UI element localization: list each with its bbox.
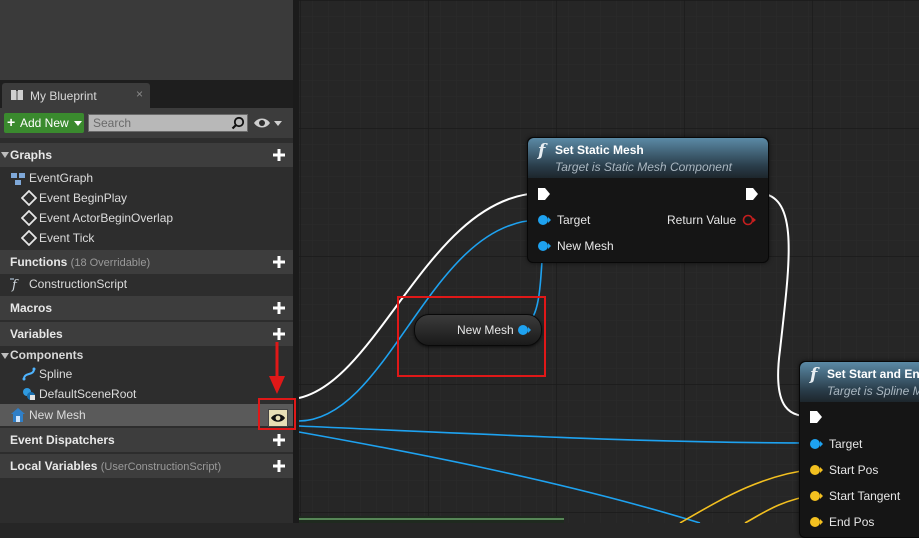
node-subtitle: Target is Spline M	[827, 384, 919, 398]
tab-my-blueprint[interactable]: My Blueprint ×	[2, 83, 150, 108]
functions-label: Functions	[10, 255, 68, 269]
section-title: Variables	[10, 327, 63, 341]
spline-icon	[22, 367, 36, 381]
section-title: Functions (18 Overridable)	[10, 255, 150, 269]
end-pos-pin-icon[interactable]	[809, 516, 823, 528]
exec-in-pin[interactable]	[809, 410, 823, 424]
highlight-box-visibility	[258, 398, 296, 430]
function-icon: f	[10, 278, 19, 292]
collapse-icon[interactable]	[1, 152, 9, 158]
target-pin-icon[interactable]	[537, 214, 551, 226]
pin-target: Target	[557, 213, 591, 227]
view-options-eye-icon[interactable]	[252, 115, 286, 131]
book-icon	[11, 90, 23, 100]
annotation-arrow	[269, 342, 285, 394]
target-pin-icon[interactable]	[809, 438, 823, 450]
variable-component-icon	[11, 408, 25, 422]
function-icon: f	[538, 141, 546, 161]
panel-header-area	[0, 0, 293, 80]
search-icon[interactable]	[231, 116, 245, 130]
add-local-variable-button[interactable]	[271, 458, 287, 474]
exec-in-pin[interactable]	[537, 187, 551, 201]
function-item-label: ConstructionScript	[29, 277, 128, 291]
graph-item-eventgraph[interactable]: EventGraph	[0, 168, 293, 188]
category-title: Components	[10, 348, 84, 362]
category-components[interactable]: Components	[0, 346, 293, 364]
scene-root-icon	[23, 388, 35, 400]
start-pos-pin-icon[interactable]	[809, 464, 823, 476]
graph-item-label: Event BeginPlay	[39, 191, 128, 205]
add-function-button[interactable]	[271, 254, 287, 270]
local-variables-label: Local Variables	[10, 459, 98, 473]
variable-item-new-mesh[interactable]: New Mesh	[0, 404, 293, 427]
highlight-box-getter	[397, 296, 546, 377]
pin-target: Target	[829, 437, 863, 451]
add-new-button[interactable]: + Add New	[4, 113, 84, 133]
variable-item-label: New Mesh	[29, 408, 86, 422]
graph-item-event-tick[interactable]: Event Tick	[0, 228, 293, 248]
section-macros[interactable]: Macros	[0, 296, 293, 320]
node-set-static-mesh[interactable]: f Set Static Mesh Target is Static Mesh …	[527, 137, 769, 263]
pin-end-pos: End Pos	[829, 515, 875, 529]
component-item-label: DefaultSceneRoot	[39, 387, 137, 401]
graph-item-label: EventGraph	[29, 171, 94, 185]
pin-return-value: Return Value	[667, 213, 737, 227]
node-set-start-and-end[interactable]: f Set Start and En Target is Spline M Ta…	[799, 361, 919, 538]
component-item-spline[interactable]: Spline	[0, 364, 293, 384]
node-title: Set Static Mesh	[555, 143, 644, 157]
my-blueprint-panel: My Blueprint × + Add New Graphs EventGra…	[0, 80, 293, 523]
section-graphs[interactable]: Graphs	[0, 143, 293, 167]
close-icon[interactable]: ×	[136, 87, 143, 101]
graph-item-begin-play[interactable]: Event BeginPlay	[0, 188, 293, 208]
section-variables[interactable]: Variables	[0, 322, 293, 346]
section-title: Local Variables (UserConstructionScript)	[10, 459, 221, 473]
tab-title: My Blueprint	[30, 89, 97, 103]
plus-icon: +	[7, 114, 16, 130]
pin-start-tangent: Start Tangent	[829, 489, 901, 503]
search-input[interactable]	[91, 115, 233, 131]
section-title: Event Dispatchers	[10, 433, 115, 447]
add-macro-button[interactable]	[271, 300, 287, 316]
toolbar: + Add New	[0, 108, 293, 138]
node-title: Set Start and En	[827, 367, 919, 381]
function-icon: f	[810, 365, 818, 385]
graph-icon	[11, 173, 25, 185]
event-icon	[21, 210, 37, 226]
section-title: Macros	[10, 301, 53, 315]
add-event-dispatcher-button[interactable]	[271, 432, 287, 448]
search-box	[88, 114, 248, 132]
tab-bar: My Blueprint ×	[0, 80, 293, 108]
event-icon	[21, 190, 37, 206]
functions-count: (18 Overridable)	[70, 257, 151, 269]
local-variables-scope: (UserConstructionScript)	[100, 461, 222, 473]
chevron-down-icon	[74, 121, 82, 126]
event-icon	[21, 230, 37, 246]
function-item-construction-script[interactable]: f ConstructionScript	[0, 274, 293, 294]
pin-start-pos: Start Pos	[829, 463, 879, 477]
component-item-default-scene-root[interactable]: DefaultSceneRoot	[0, 384, 293, 404]
pin-new-mesh: New Mesh	[557, 239, 614, 253]
graph-item-label: Event Tick	[39, 231, 95, 245]
add-graph-button[interactable]	[271, 147, 287, 163]
component-item-label: Spline	[39, 367, 73, 381]
collapse-icon[interactable]	[1, 353, 9, 359]
section-event-dispatchers[interactable]: Event Dispatchers	[0, 428, 293, 452]
panel-splitter[interactable]	[293, 0, 299, 523]
exec-out-pin[interactable]	[745, 187, 759, 201]
start-tangent-pin-icon[interactable]	[809, 490, 823, 502]
add-new-label: Add New	[20, 116, 69, 130]
graph-item-label: Event ActorBeginOverlap	[39, 211, 174, 225]
return-value-pin-icon[interactable]	[741, 214, 757, 226]
node-subtitle: Target is Static Mesh Component	[555, 160, 732, 174]
graph-item-actor-begin-overlap[interactable]: Event ActorBeginOverlap	[0, 208, 293, 228]
new-mesh-pin-icon[interactable]	[537, 240, 551, 252]
section-title: Graphs	[10, 148, 53, 162]
section-functions[interactable]: Functions (18 Overridable)	[0, 250, 293, 274]
section-local-variables[interactable]: Local Variables (UserConstructionScript)	[0, 454, 293, 478]
svg-text:f: f	[11, 278, 19, 292]
